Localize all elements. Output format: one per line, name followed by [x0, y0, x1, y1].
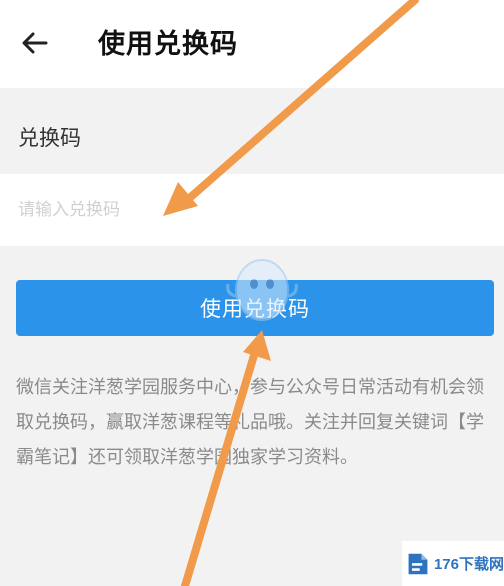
- mascot-watermark-icon: [226, 259, 298, 321]
- app-header: 使用兑换码: [0, 0, 504, 88]
- code-input[interactable]: [18, 192, 478, 228]
- logo-icon: [408, 553, 428, 574]
- site-watermark-logo: 176下载网: [402, 541, 504, 586]
- site-name: 176下载网: [433, 556, 504, 573]
- description-text: 微信关注洋葱学园服务中心，参与公众号日常活动有机会领取兑换码，赢取洋葱课程等礼品…: [16, 377, 484, 468]
- page-title: 使用兑换码: [98, 29, 238, 60]
- arrow-left-icon[interactable]: [18, 26, 52, 60]
- code-field-label: 兑换码: [18, 126, 81, 150]
- code-input-row: [0, 174, 504, 246]
